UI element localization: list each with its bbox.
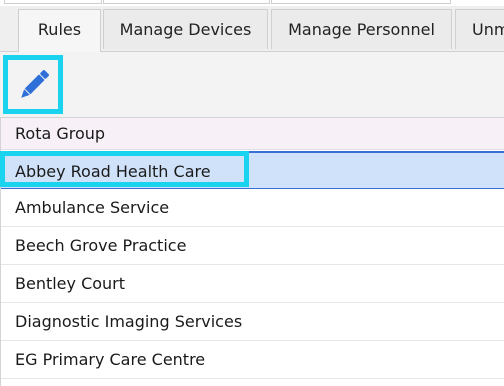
- edit-button[interactable]: [3, 55, 63, 114]
- tab-bar: Rules Manage Devices Manage Personnel Un…: [0, 6, 504, 52]
- list-item[interactable]: Bentley Court: [1, 265, 504, 303]
- toolbar: [0, 52, 504, 117]
- list-item[interactable]: Beech Grove Practice: [1, 227, 504, 265]
- pencil-icon: [21, 70, 49, 98]
- list-item[interactable]: Ambulance Service: [1, 189, 504, 227]
- list-header-rota-group[interactable]: Rota Group: [1, 118, 504, 150]
- top-strip-segment: [271, 0, 451, 4]
- tab-manage-personnel[interactable]: Manage Personnel: [271, 9, 452, 49]
- tab-manage-devices[interactable]: Manage Devices: [103, 9, 268, 49]
- tab-rules[interactable]: Rules: [18, 9, 101, 52]
- top-strip-segment: [4, 0, 102, 4]
- tab-unmanaged[interactable]: Unm: [455, 9, 504, 49]
- list-item-selected[interactable]: Abbey Road Health Care: [1, 151, 504, 189]
- list-item[interactable]: EG Primary Care Centre: [1, 341, 504, 379]
- top-strip-segment: [103, 0, 270, 4]
- rota-group-list: Rota Group Abbey Road Health Care Ambula…: [0, 117, 504, 386]
- list-item[interactable]: Diagnostic Imaging Services: [1, 303, 504, 341]
